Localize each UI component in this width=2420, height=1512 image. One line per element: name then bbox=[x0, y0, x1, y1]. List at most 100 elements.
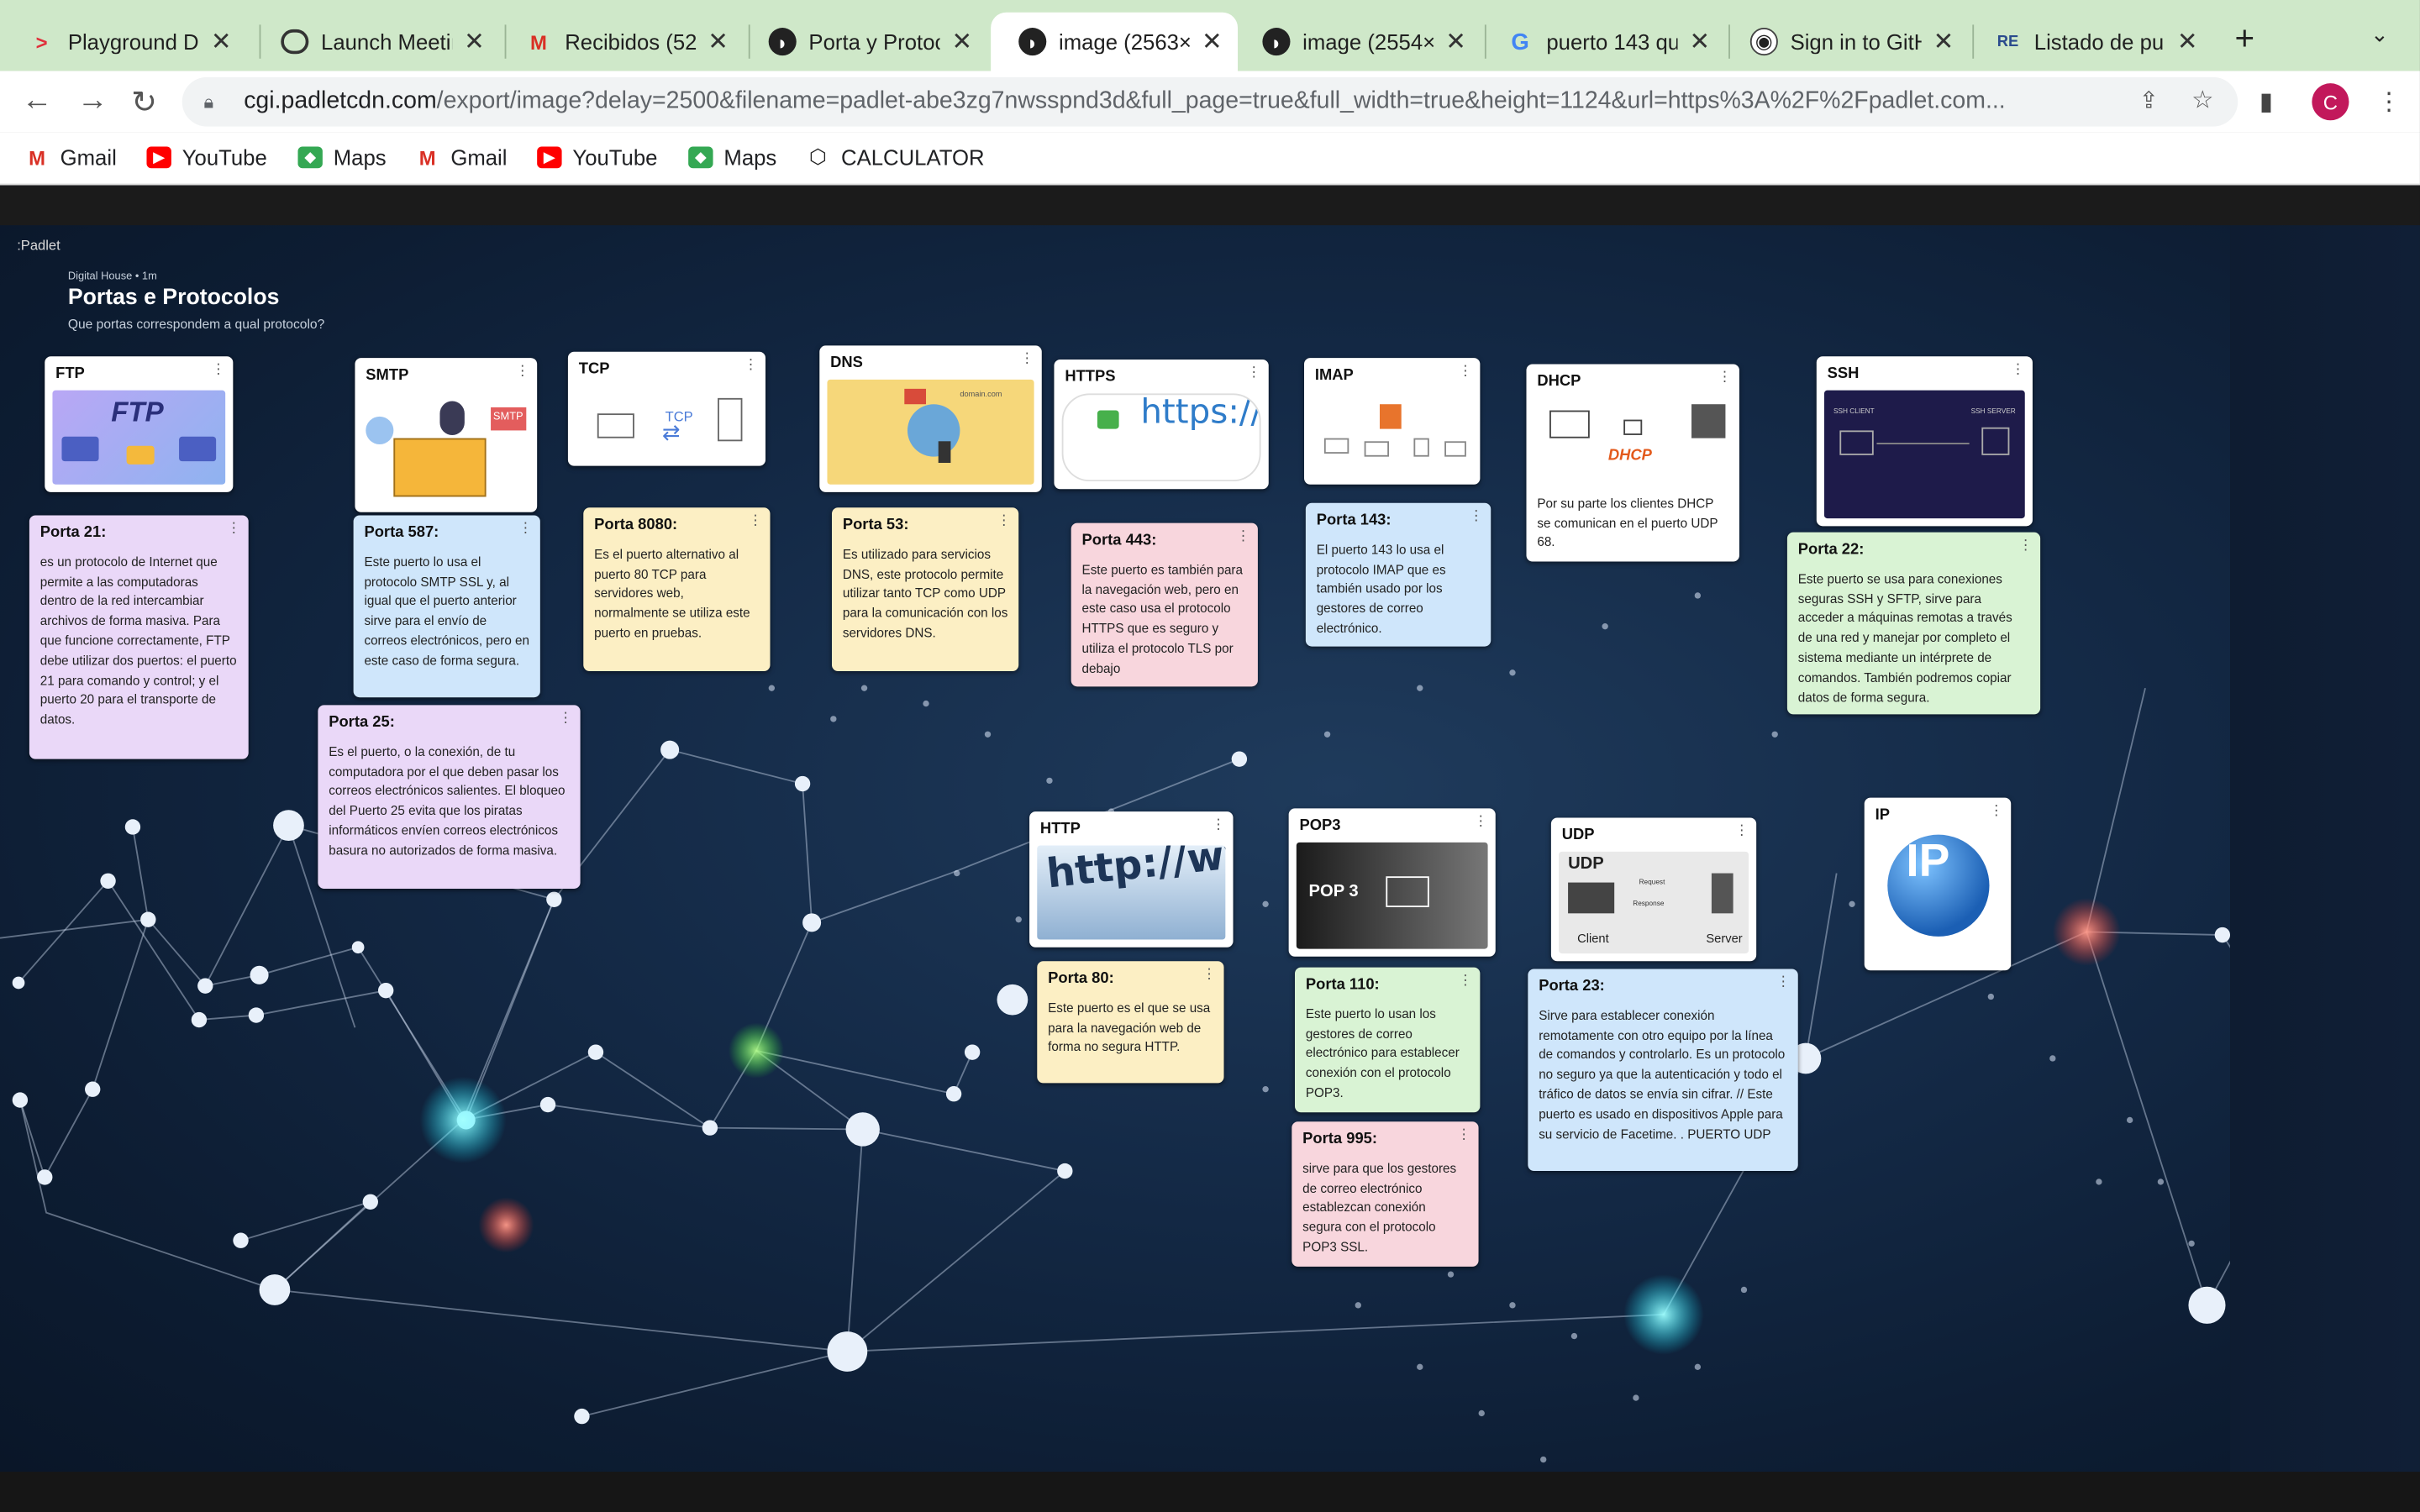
share-icon[interactable]: ⇪ bbox=[2139, 87, 2159, 114]
http-label: http://ww bbox=[1044, 845, 1226, 899]
tab-launch-meeting[interactable]: Launch Meetin ✕ bbox=[253, 13, 500, 71]
tab-image-2554[interactable]: ◗ image (2554× ✕ bbox=[1234, 13, 1481, 71]
card-body: Sirve para establecer conexión remotamen… bbox=[1539, 1006, 1786, 1142]
card-ssh[interactable]: SSH ⋮ SSH CLIENT SSH SERVER bbox=[1816, 356, 2033, 527]
card-porta-143[interactable]: Porta 143: ⋮ El puerto 143 lo usa el pro… bbox=[1305, 502, 1491, 647]
tab-github[interactable]: ◉ Sign in to GitH ✕ bbox=[1723, 13, 1970, 71]
close-icon[interactable]: ✕ bbox=[211, 26, 232, 57]
more-icon[interactable]: ⋮ bbox=[1212, 817, 1226, 832]
more-icon[interactable]: ⋮ bbox=[1470, 508, 1484, 523]
more-icon[interactable]: ⋮ bbox=[1202, 967, 1217, 982]
close-icon[interactable]: ✕ bbox=[951, 26, 972, 57]
more-icon[interactable]: ⋮ bbox=[212, 362, 226, 377]
padlet-logo[interactable]: :Padlet bbox=[17, 238, 60, 253]
more-icon[interactable]: ⋮ bbox=[518, 521, 533, 536]
card-pop3[interactable]: POP3 ⋮ POP 3 bbox=[1288, 808, 1496, 957]
card-porta-443[interactable]: Porta 443: ⋮ Este puerto es también para… bbox=[1071, 522, 1258, 687]
board-org: Digital House • 1m bbox=[67, 271, 157, 283]
more-icon[interactable]: ⋮ bbox=[749, 513, 763, 528]
card-porta-995[interactable]: Porta 995: ⋮ sirve para que los gestores… bbox=[1292, 1121, 1479, 1267]
close-icon[interactable]: ✕ bbox=[1445, 26, 1466, 57]
udp-request-label: Request bbox=[1639, 878, 1665, 886]
card-https[interactable]: HTTPS ⋮ https:// bbox=[1054, 359, 1269, 490]
card-porta-25[interactable]: Porta 25: ⋮ Es el puerto, o la conexión,… bbox=[318, 705, 581, 889]
more-icon[interactable]: ⋮ bbox=[1459, 364, 1473, 378]
tab-image-2563[interactable]: ◗ image (2563× ✕ bbox=[991, 12, 1239, 71]
card-imap[interactable]: IMAP ⋮ bbox=[1304, 358, 1481, 485]
more-icon[interactable]: ⋮ bbox=[227, 521, 241, 536]
card-porta-23[interactable]: Porta 23: ⋮ Sirve para establecer conexi… bbox=[1528, 969, 1798, 1172]
more-icon[interactable]: ⋮ bbox=[1990, 803, 2004, 818]
tab-title: Sign in to GitH bbox=[1790, 29, 1921, 55]
card-porta-53[interactable]: Porta 53: ⋮ Es utilizado para servicios … bbox=[831, 507, 1019, 671]
card-dhcp[interactable]: DHCP ⋮ DHCP Por su parte los clientes DH… bbox=[1526, 364, 1739, 562]
card-porta-21[interactable]: Porta 21: ⋮ es un protocolo de Internet … bbox=[29, 515, 249, 759]
bookmark-youtube[interactable]: ▶ YouTube bbox=[146, 145, 267, 170]
screen: > Playground Di ✕ Launch Meetin ✕ M Reci… bbox=[0, 0, 2420, 1512]
tab-playground[interactable]: > Playground Di ✕ bbox=[0, 13, 247, 71]
close-icon[interactable]: ✕ bbox=[464, 26, 485, 57]
new-tab-icon[interactable]: + bbox=[2235, 18, 2255, 59]
card-smtp[interactable]: SMTP ⋮ SMTP bbox=[355, 358, 538, 512]
more-icon[interactable]: ⋮ bbox=[1247, 365, 1261, 380]
card-tcp[interactable]: TCP ⋮ TCP ⇄ bbox=[567, 351, 766, 466]
bookmarks-bar: M Gmail ▶ YouTube ⬥ Maps M Gmail ▶ YouTube ⬥ M… bbox=[0, 132, 2420, 186]
bookmark-maps[interactable]: ⬥ Maps bbox=[688, 145, 776, 170]
more-icon[interactable]: ⋮ bbox=[559, 711, 573, 726]
bookmark-gmail[interactable]: M Gmail bbox=[415, 145, 507, 170]
tab-recibidos[interactable]: M Recibidos (52 ✕ bbox=[497, 13, 744, 71]
card-porta-22[interactable]: Porta 22: ⋮ Este puerto se usa para cone… bbox=[1786, 532, 2041, 715]
more-icon[interactable]: ⋮ bbox=[1474, 814, 1488, 829]
avatar[interactable]: C bbox=[2312, 83, 2349, 121]
more-icon[interactable]: ⋮ bbox=[1734, 823, 1749, 838]
more-icon[interactable]: ⋮ bbox=[744, 357, 758, 372]
tab-porta-protocolo[interactable]: ◗ Porta y Protoc ✕ bbox=[741, 13, 988, 71]
chevron-down-icon[interactable]: ⌄ bbox=[2370, 22, 2389, 48]
address-bar[interactable]: 🔒︎ cgi.padletcdn.com/export/image?delay=… bbox=[182, 76, 2238, 127]
more-icon[interactable]: ⋮ bbox=[2018, 538, 2033, 553]
sidepanel-icon[interactable]: ▮ bbox=[2260, 87, 2273, 118]
more-icon[interactable]: ⋮ bbox=[1776, 974, 1791, 990]
more-icon[interactable]: ⋮ bbox=[1236, 528, 1250, 543]
toolbar: ← → ↻ 🔒︎ cgi.padletcdn.com/export/image?… bbox=[0, 71, 2420, 133]
card-porta-8080[interactable]: Porta 8080: ⋮ Es el puerto alternativo a… bbox=[583, 507, 771, 671]
close-icon[interactable]: ✕ bbox=[2177, 26, 2198, 57]
more-icon[interactable]: ⋮ bbox=[515, 364, 529, 378]
more-icon[interactable]: ⋮ bbox=[1457, 1127, 1471, 1142]
card-ftp[interactable]: FTP ⋮ FTP bbox=[45, 356, 234, 492]
bookmark-maps[interactable]: ⬥ Maps bbox=[297, 145, 387, 170]
close-icon[interactable]: ✕ bbox=[1933, 26, 1954, 57]
card-ip[interactable]: IP ⋮ IP bbox=[1864, 797, 2012, 971]
dhcp-label: DHCP bbox=[1607, 447, 1652, 465]
card-dns[interactable]: DNS ⋮ domain.com bbox=[819, 345, 1042, 492]
tab-puerto-143[interactable]: G puerto 143 qu ✕ bbox=[1479, 13, 1726, 71]
card-http[interactable]: HTTP ⋮ http://ww bbox=[1029, 811, 1234, 948]
bookmark-calculator[interactable]: ⬡ CALCULATOR bbox=[805, 145, 985, 170]
more-icon[interactable]: ⋮ bbox=[1020, 351, 1034, 366]
more-icon[interactable]: ⋮ bbox=[997, 513, 1012, 528]
star-icon[interactable]: ☆ bbox=[2191, 85, 2213, 116]
bookmark-gmail[interactable]: M Gmail bbox=[24, 145, 117, 170]
ssh-client-label: SSH CLIENT bbox=[1833, 407, 1875, 416]
card-body: El puerto 143 lo usa el protocolo IMAP q… bbox=[1316, 541, 1446, 636]
card-porta-587[interactable]: Porta 587: ⋮ Este puerto lo usa el proto… bbox=[353, 515, 540, 698]
more-icon[interactable]: ⋮ bbox=[1459, 973, 1473, 988]
forward-icon[interactable]: → bbox=[77, 83, 108, 118]
site-icon: RE bbox=[1996, 33, 2019, 50]
more-icon[interactable]: ⋮ bbox=[1718, 370, 1732, 385]
bookmark-youtube[interactable]: ▶ YouTube bbox=[537, 145, 657, 170]
menu-icon[interactable]: ⋮ bbox=[2377, 87, 2402, 118]
more-icon[interactable]: ⋮ bbox=[2011, 362, 2025, 377]
close-icon[interactable]: ✕ bbox=[1202, 26, 1223, 57]
back-icon[interactable]: ← bbox=[22, 83, 53, 118]
card-title: Porta 23: bbox=[1539, 978, 1605, 995]
card-udp[interactable]: UDP ⋮ UDP Request Response Client Server bbox=[1550, 817, 1757, 962]
card-porta-110[interactable]: Porta 110: ⋮ Este puerto lo usan los ges… bbox=[1294, 967, 1481, 1113]
tab-listado[interactable]: RE Listado de pu ✕ bbox=[1966, 13, 2213, 71]
card-title: SSH bbox=[1827, 365, 1860, 383]
dhcp-diagram: DHCP bbox=[1537, 401, 1728, 487]
reload-icon[interactable]: ↻ bbox=[131, 83, 157, 122]
card-porta-80[interactable]: Porta 80: ⋮ Este puerto es el que se usa… bbox=[1037, 961, 1224, 1084]
close-icon[interactable]: ✕ bbox=[1689, 26, 1710, 57]
close-icon[interactable]: ✕ bbox=[708, 26, 729, 57]
